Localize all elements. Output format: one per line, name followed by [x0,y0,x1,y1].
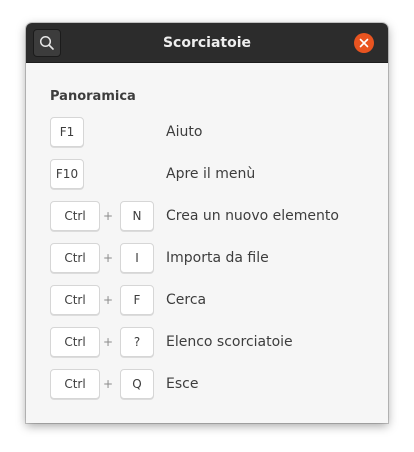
shortcut-row: Ctrl + I Importa da file [26,243,388,273]
key-cap: F1 [50,117,84,147]
close-button[interactable] [354,33,374,53]
shortcut-description: Apre il menù [166,166,256,182]
key-cap: Ctrl [50,201,100,231]
key-cap: Ctrl [50,369,100,399]
shortcut-row: Ctrl + N Crea un nuovo elemento [26,201,388,231]
key-cap: Ctrl [50,243,100,273]
key-cap: Ctrl [50,285,100,315]
close-icon [359,38,369,48]
shortcut-description: Esce [166,376,199,392]
shortcuts-window: Scorciatoie Panoramica F1 Aiuto F10 Apre… [26,23,388,423]
section-title: Panoramica [50,89,136,104]
key-cap: N [120,201,154,231]
shortcut-row: F10 Apre il menù [26,159,388,189]
key-cap: I [120,243,154,273]
shortcut-description: Aiuto [166,124,203,140]
shortcut-description: Cerca [166,292,207,308]
shortcut-row: F1 Aiuto [26,117,388,147]
key-cap: F [120,285,154,315]
shortcut-description: Importa da file [166,250,269,266]
shortcut-description: Elenco scorciatoie [166,334,293,350]
key-cap: Q [120,369,154,399]
shortcut-row: Ctrl + F Cerca [26,285,388,315]
key-cap: Ctrl [50,327,100,357]
shortcut-row: Ctrl + ? Elenco scorciatoie [26,327,388,357]
window-title: Scorciatoie [162,35,252,51]
title-bar: Scorciatoie [26,23,388,63]
shortcut-row: Ctrl + Q Esce [26,369,388,399]
key-separator: + [102,293,114,307]
key-cap: F10 [50,159,84,189]
key-cap: ? [120,327,154,357]
key-separator: + [102,251,114,265]
key-separator: + [102,377,114,391]
key-separator: + [102,209,114,223]
shortcuts-content: Panoramica F1 Aiuto F10 Apre il menù Ctr… [26,63,388,423]
shortcut-description: Crea un nuovo elemento [166,208,339,224]
key-separator: + [102,335,114,349]
